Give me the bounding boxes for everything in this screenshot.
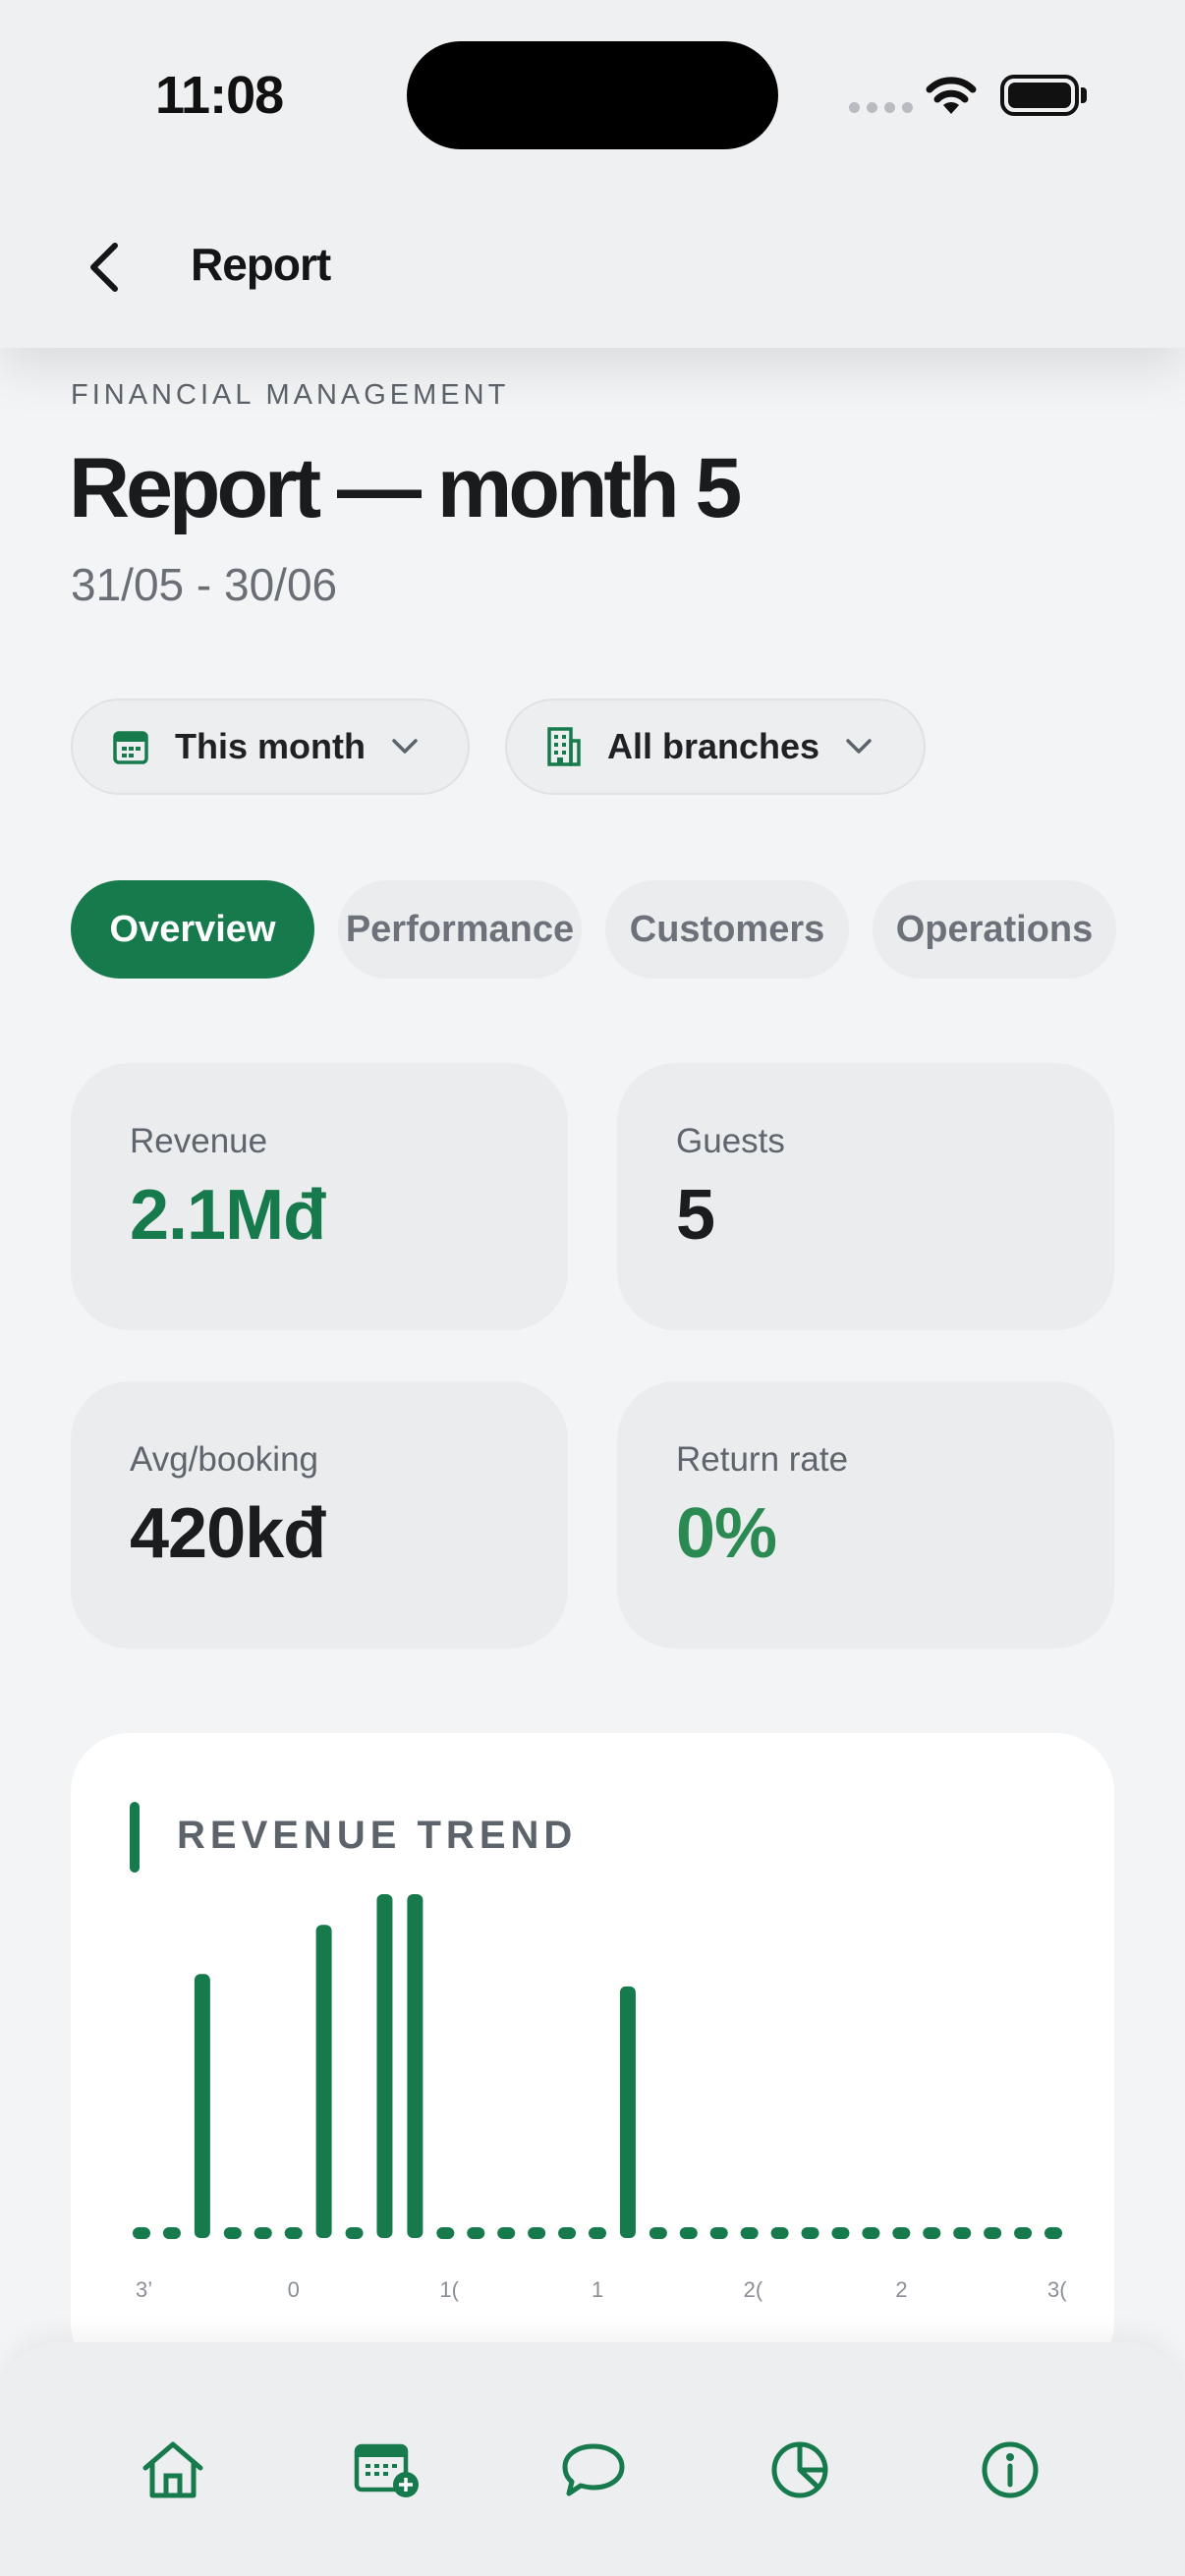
battery-icon (1000, 75, 1079, 116)
chart-bar-zero (984, 2227, 1002, 2239)
revenue-trend-card: REVENUE TREND 3’ 0 1(1 2(2 3( (71, 1733, 1114, 2381)
chart-bar-zero (528, 2227, 546, 2239)
back-button[interactable] (77, 236, 132, 299)
tabbar-messages[interactable] (546, 2423, 641, 2517)
building-icon (546, 726, 582, 767)
kpi-card-avg-booking: Avg/booking 420kđ (71, 1381, 568, 1649)
period-filter[interactable]: This month (71, 699, 470, 795)
chart-bar (619, 1986, 636, 2238)
chart-bar-zero (589, 2227, 606, 2239)
chart-bar-zero (133, 2227, 150, 2239)
x-tick-label: 1 (592, 2277, 621, 2302)
chart-bar (376, 1894, 393, 2238)
chart-bar-zero (862, 2227, 880, 2239)
tabbar-booking[interactable] (340, 2423, 434, 2517)
x-tick-label: 2 (895, 2277, 925, 2302)
kpi-value: 2.1Mđ (130, 1176, 326, 1255)
x-tick-label: 2( (744, 2277, 763, 2302)
chevron-down-icon (391, 738, 419, 756)
period-filter-label: This month (175, 726, 366, 766)
tab-overview[interactable]: Overview (71, 880, 314, 979)
nav-header: 11:08 Report (0, 0, 1185, 348)
x-tick-label: 3’ (136, 2277, 152, 2302)
bottom-tab-bar (0, 2342, 1185, 2576)
chart-bar-zero (162, 2227, 181, 2239)
kpi-label: Return rate (676, 1440, 849, 1479)
chart-bar-zero (679, 2227, 698, 2239)
tab-performance[interactable]: Performance (338, 880, 582, 979)
branch-filter[interactable]: All branches (505, 699, 926, 795)
home-icon (142, 2441, 203, 2498)
status-time: 11:08 (155, 66, 284, 125)
chart-bar-zero (740, 2227, 759, 2239)
wifi-icon (926, 77, 977, 114)
chart-bar-zero (1014, 2227, 1033, 2239)
kpi-label: Revenue (130, 1122, 268, 1160)
branch-filter-label: All branches (607, 726, 820, 766)
chart-bar-zero (558, 2227, 577, 2239)
chart-bar-zero (649, 2227, 667, 2239)
revenue-trend-chart: 3’ 0 1( 1 2( 2 3( (133, 1894, 1067, 2302)
chevron-left-icon (90, 243, 118, 292)
kpi-value: 5 (676, 1176, 715, 1255)
chart-bar-zero (254, 2227, 272, 2239)
chart-bar-zero (953, 2227, 972, 2239)
chart-bar (315, 1925, 332, 2238)
chat-icon (562, 2443, 625, 2496)
nav-title: Report (191, 239, 331, 290)
kpi-card-return-rate: Return rate 0% (617, 1381, 1114, 1649)
tabbar-home[interactable] (126, 2423, 220, 2517)
dynamic-island (407, 41, 778, 149)
pie-chart-icon (771, 2441, 828, 2498)
page-title: Report — month 5 (69, 441, 742, 535)
chart-bar-zero (223, 2227, 242, 2239)
chart-bar-zero (497, 2227, 516, 2239)
chart-bar-zero (436, 2227, 455, 2239)
tabbar-reports[interactable] (753, 2423, 847, 2517)
tab-operations[interactable]: Operations (873, 880, 1116, 979)
kpi-value: 0% (676, 1494, 777, 1573)
x-tick-label: 3( (1047, 2277, 1067, 2302)
chart-bar-zero (284, 2227, 303, 2239)
chart-bar (194, 1974, 210, 2238)
chart-bar-zero (709, 2227, 728, 2239)
kpi-label: Guests (676, 1122, 785, 1160)
x-tick-label: 0 (288, 2277, 317, 2302)
status-bar: 11:08 (0, 0, 1185, 196)
kpi-label: Avg/booking (130, 1440, 319, 1479)
chart-bar-zero (1044, 2227, 1062, 2239)
chart-bar-zero (892, 2227, 911, 2239)
chart-bar-zero (467, 2227, 485, 2239)
calendar-add-icon (354, 2443, 419, 2497)
calendar-icon (112, 728, 149, 765)
chart-bar-zero (923, 2227, 941, 2239)
chart-bar-zero (831, 2227, 850, 2239)
chart-bar (407, 1894, 423, 2238)
chart-bar-zero (770, 2227, 789, 2239)
date-range: 31/05 - 30/06 (71, 559, 338, 610)
kpi-value: 420kđ (130, 1494, 326, 1573)
x-tick-label: 1( (439, 2277, 459, 2302)
tab-customers[interactable]: Customers (605, 880, 849, 979)
kpi-card-revenue: Revenue 2.1Mđ (71, 1063, 568, 1330)
info-icon (982, 2441, 1039, 2498)
chevron-down-icon (845, 738, 873, 756)
battery-cap (1081, 87, 1087, 103)
chart-bar-zero (801, 2227, 819, 2239)
chart-bar-zero (345, 2227, 364, 2239)
cellular-signal-icon (849, 102, 913, 113)
section-eyebrow: FINANCIAL MANAGEMENT (71, 379, 510, 411)
kpi-card-guests: Guests 5 (617, 1063, 1114, 1330)
tabbar-info[interactable] (963, 2423, 1057, 2517)
